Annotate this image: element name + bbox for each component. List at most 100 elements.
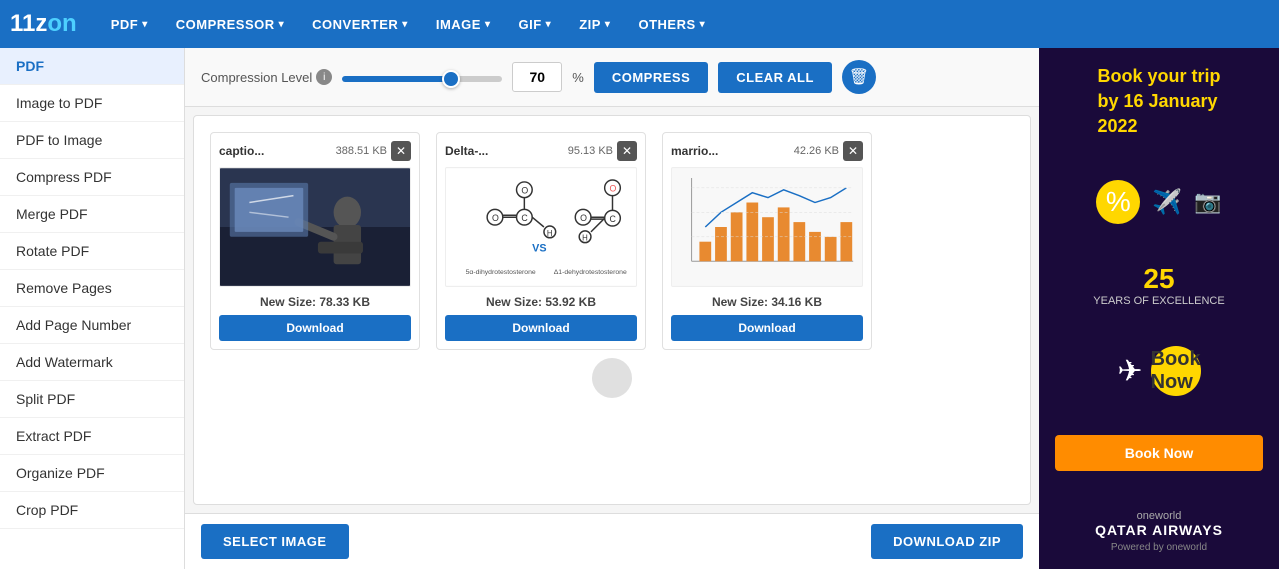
file-name-2: Delta-...	[445, 144, 562, 158]
svg-text:O: O	[492, 213, 499, 223]
svg-text:VS: VS	[532, 242, 546, 254]
file-size-1: 388.51 KB	[336, 145, 387, 157]
file-card-header-3: marrio... 42.26 KB ✕	[671, 141, 863, 161]
nav-item-image[interactable]: IMAGE ▾	[422, 0, 505, 48]
bottom-bar: SELECT IMAGE DOWNLOAD ZIP	[185, 513, 1039, 569]
delete-all-button[interactable]: 🗑	[842, 60, 876, 94]
svg-text:C: C	[521, 213, 528, 223]
scroll-indicator	[210, 350, 1014, 406]
chevron-down-icon: ▾	[700, 19, 706, 30]
sidebar: PDF Image to PDF PDF to Image Compress P…	[0, 48, 185, 569]
nav-item-compressor[interactable]: COMPRESSOR ▾	[162, 0, 298, 48]
nav-item-zip[interactable]: ZIP ▾	[565, 0, 624, 48]
file-size-2: 95.13 KB	[568, 145, 613, 157]
sidebar-item-compress-pdf[interactable]: Compress PDF	[0, 159, 184, 196]
select-image-button[interactable]: SELECT IMAGE	[201, 524, 349, 559]
toolbar: Compression Level i 70 % COMPRESS CLEAR …	[185, 48, 1039, 107]
logo[interactable]: 11zon	[10, 10, 77, 38]
thumb-image-3	[672, 167, 862, 287]
ad-plane-section: ✈ Book Now	[1117, 346, 1200, 396]
clear-all-button[interactable]: CLEAR ALL	[718, 62, 832, 93]
chevron-down-icon: ▾	[142, 19, 148, 30]
plane-icon: ✈️	[1152, 188, 1182, 217]
file-size-3: 42.26 KB	[794, 145, 839, 157]
book-now-badge: Book Now	[1151, 346, 1201, 396]
file-card-2: Delta-... 95.13 KB ✕ O	[436, 132, 646, 350]
svg-text:C: C	[610, 214, 617, 224]
sidebar-item-add-watermark[interactable]: Add Watermark	[0, 344, 184, 381]
trash-icon: 🗑	[849, 67, 869, 87]
file-info-1: New Size: 78.33 KB Download	[219, 295, 411, 341]
sidebar-item-pdf-to-image[interactable]: PDF to Image	[0, 122, 184, 159]
file-new-size-2: New Size: 53.92 KB	[445, 295, 637, 309]
ad-panel: Book your trip by 16 January 2022 % ✈️ 📷…	[1039, 48, 1279, 569]
nav-item-gif[interactable]: GIF ▾	[504, 0, 565, 48]
percent-icon: %	[1096, 180, 1140, 224]
sidebar-item-extract-pdf[interactable]: Extract PDF	[0, 418, 184, 455]
nav-item-others[interactable]: OTHERS ▾	[624, 0, 719, 48]
ad-disclaimer: Powered by oneworld	[1095, 542, 1223, 553]
download-zip-button[interactable]: DOWNLOAD ZIP	[871, 524, 1023, 559]
thumb-image-2: O C O H VS	[446, 167, 636, 287]
sidebar-item-organize-pdf[interactable]: Organize PDF	[0, 455, 184, 492]
airplane-icon: ✈	[1117, 354, 1142, 389]
main-layout: PDF Image to PDF PDF to Image Compress P…	[0, 48, 1279, 569]
svg-text:H: H	[547, 229, 553, 238]
file-new-size-3: New Size: 34.16 KB	[671, 295, 863, 309]
sidebar-item-pdf[interactable]: PDF	[0, 48, 184, 85]
file-thumb-2: O C O H VS	[445, 167, 637, 287]
download-button-3[interactable]: Download	[671, 315, 863, 341]
ad-years: 25	[1093, 263, 1224, 295]
ad-years-section: 25 YEARS OF EXCELLENCE	[1093, 263, 1224, 307]
ad-icons: % ✈️ 📷	[1096, 180, 1221, 224]
file-info-3: New Size: 34.16 KB Download	[671, 295, 863, 341]
file-card-1: captio... 388.51 KB ✕	[210, 132, 420, 350]
file-close-3[interactable]: ✕	[843, 141, 863, 161]
chevron-down-icon: ▾	[279, 19, 285, 30]
ad-title: Book your trip by 16 January 2022	[1097, 64, 1220, 140]
sidebar-item-crop-pdf[interactable]: Crop PDF	[0, 492, 184, 529]
sidebar-item-rotate-pdf[interactable]: Rotate PDF	[0, 233, 184, 270]
chevron-down-icon: ▾	[485, 19, 491, 30]
file-thumb-1	[219, 167, 411, 287]
compression-value-input[interactable]: 70	[512, 62, 562, 92]
chevron-down-icon: ▾	[402, 19, 408, 30]
sidebar-item-image-to-pdf[interactable]: Image to PDF	[0, 85, 184, 122]
top-navigation: 11zon PDF ▾ COMPRESSOR ▾ CONVERTER ▾ IMA…	[0, 0, 1279, 48]
download-button-1[interactable]: Download	[219, 315, 411, 341]
nav-item-pdf[interactable]: PDF ▾	[97, 0, 162, 48]
svg-text:O: O	[521, 186, 528, 196]
sidebar-item-remove-pages[interactable]: Remove Pages	[0, 270, 184, 307]
file-card-3: marrio... 42.26 KB ✕	[662, 132, 872, 350]
nav-menu: PDF ▾ COMPRESSOR ▾ CONVERTER ▾ IMAGE ▾ G…	[97, 0, 719, 48]
file-name-3: marrio...	[671, 144, 788, 158]
svg-text:5α-dihydrotestosterone: 5α-dihydrotestosterone	[466, 269, 536, 276]
thumb-image-1	[220, 167, 410, 287]
svg-text:H: H	[582, 234, 588, 243]
logo-text: 11zon	[10, 10, 77, 38]
chevron-down-icon: ▾	[605, 19, 611, 30]
file-new-size-1: New Size: 78.33 KB	[219, 295, 411, 309]
compression-slider[interactable]	[342, 76, 502, 82]
ad-years-text: YEARS OF EXCELLENCE	[1093, 295, 1224, 307]
download-button-2[interactable]: Download	[445, 315, 637, 341]
sidebar-item-split-pdf[interactable]: Split PDF	[0, 381, 184, 418]
files-grid: captio... 388.51 KB ✕	[210, 132, 1014, 350]
compression-slider-container	[342, 69, 502, 85]
sidebar-item-merge-pdf[interactable]: Merge PDF	[0, 196, 184, 233]
file-close-2[interactable]: ✕	[617, 141, 637, 161]
file-card-header-2: Delta-... 95.13 KB ✕	[445, 141, 637, 161]
compress-button[interactable]: COMPRESS	[594, 62, 708, 93]
sidebar-item-add-page-number[interactable]: Add Page Number	[0, 307, 184, 344]
file-thumb-3	[671, 167, 863, 287]
file-card-header-1: captio... 388.51 KB ✕	[219, 141, 411, 161]
nav-item-converter[interactable]: CONVERTER ▾	[298, 0, 422, 48]
file-close-1[interactable]: ✕	[391, 141, 411, 161]
book-now-button[interactable]: Book Now	[1055, 435, 1263, 471]
info-icon[interactable]: i	[316, 69, 332, 85]
svg-text:O: O	[580, 213, 587, 223]
content-wrapper: Compression Level i 70 % COMPRESS CLEAR …	[185, 48, 1039, 569]
scroll-circle	[592, 358, 632, 398]
files-area: captio... 388.51 KB ✕	[193, 115, 1031, 505]
file-info-2: New Size: 53.92 KB Download	[445, 295, 637, 341]
